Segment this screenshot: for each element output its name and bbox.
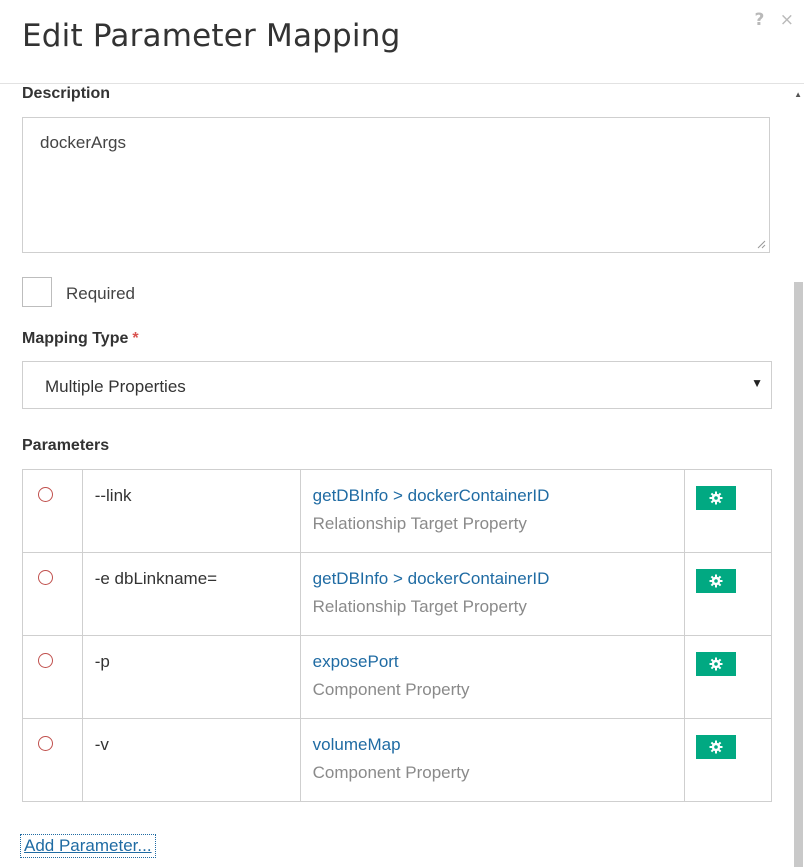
- required-checkbox[interactable]: [22, 277, 52, 307]
- table-cell: [22, 552, 83, 636]
- table-cell: [22, 718, 83, 802]
- table-cell: -e dbLinkname=: [81, 552, 301, 636]
- gear-icon: [709, 491, 723, 505]
- target-link[interactable]: getDBInfo > dockerContainerID: [313, 486, 685, 506]
- table-row: -v volumeMap Component Property: [22, 718, 772, 802]
- add-parameter-link[interactable]: Add Parameter...: [20, 834, 156, 858]
- close-icon[interactable]: ×: [780, 10, 794, 30]
- mapping-type-label: Mapping Type *: [22, 330, 139, 348]
- mapping-type-select[interactable]: Multiple Properties ▼: [22, 361, 772, 409]
- table-cell: volumeMap Component Property: [299, 718, 686, 802]
- description-label: Description: [22, 85, 111, 102]
- table-cell: [684, 718, 772, 802]
- table-cell: --link: [81, 469, 301, 553]
- table-row: -p exposePort Component Property: [22, 635, 772, 719]
- table-cell: getDBInfo > dockerContainerID Relationsh…: [299, 469, 686, 553]
- target-link[interactable]: getDBInfo > dockerContainerID: [313, 569, 685, 589]
- dropdown-arrow-icon[interactable]: ▼: [751, 376, 763, 390]
- parameter-name: -p: [94, 652, 110, 671]
- table-cell: [684, 469, 772, 553]
- target-type: Component Property: [312, 680, 470, 699]
- row-settings-button[interactable]: [696, 735, 737, 759]
- dialog-header: Edit Parameter Mapping ? ×: [0, 0, 804, 84]
- row-radio[interactable]: [38, 736, 53, 751]
- row-radio[interactable]: [38, 653, 53, 668]
- parameter-name: --link: [94, 486, 132, 505]
- row-settings-button[interactable]: [696, 486, 737, 510]
- scrollbar-thumb[interactable]: [794, 282, 803, 867]
- table-cell: [684, 552, 772, 636]
- table-cell: getDBInfo > dockerContainerID Relationsh…: [299, 552, 686, 636]
- gear-icon: [709, 740, 723, 754]
- gear-icon: [709, 657, 723, 671]
- table-cell: -p: [81, 635, 301, 719]
- row-settings-button[interactable]: [696, 569, 737, 593]
- parameter-name: -v: [94, 735, 109, 754]
- row-settings-button[interactable]: [696, 652, 737, 676]
- parameters-table: --link getDBInfo > dockerContainerID Rel…: [22, 469, 772, 802]
- required-star: *: [132, 330, 139, 347]
- mapping-type-value: Multiple Properties: [45, 377, 186, 396]
- parameter-name: -e dbLinkname=: [94, 569, 218, 588]
- dialog-title: Edit Parameter Mapping: [22, 18, 401, 54]
- target-type: Component Property: [312, 763, 470, 782]
- table-cell: [22, 469, 83, 553]
- target-type: Relationship Target Property: [312, 514, 527, 533]
- table-cell: [22, 635, 83, 719]
- description-textarea[interactable]: dockerArgs: [22, 117, 770, 253]
- row-radio[interactable]: [38, 487, 53, 502]
- target-link[interactable]: volumeMap: [313, 735, 685, 755]
- resize-handle-icon[interactable]: [757, 240, 766, 249]
- gear-icon: [709, 574, 723, 588]
- table-cell: exposePort Component Property: [299, 635, 686, 719]
- parameters-label: Parameters: [22, 437, 110, 454]
- table-row: -e dbLinkname= getDBInfo > dockerContain…: [22, 552, 772, 636]
- target-link[interactable]: exposePort: [313, 652, 685, 672]
- scroll-up-arrow-icon[interactable]: ▲: [794, 90, 802, 99]
- description-value[interactable]: dockerArgs: [40, 133, 126, 153]
- table-cell: [684, 635, 772, 719]
- table-row: --link getDBInfo > dockerContainerID Rel…: [22, 469, 772, 553]
- table-cell: -v: [81, 718, 301, 802]
- required-label: Required: [66, 284, 135, 303]
- header-icons: ? ×: [744, 10, 794, 30]
- target-type: Relationship Target Property: [312, 597, 527, 616]
- row-radio[interactable]: [38, 570, 53, 585]
- help-icon[interactable]: ?: [754, 10, 764, 30]
- mapping-type-label-text: Mapping Type: [22, 330, 129, 347]
